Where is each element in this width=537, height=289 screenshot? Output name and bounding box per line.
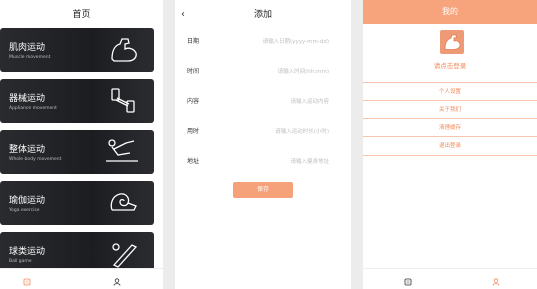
card-whole-body[interactable]: 整体运动 Whole body movement xyxy=(0,130,154,174)
card-title: 球类运动 xyxy=(9,247,46,257)
tab-bar: 首页 我的 xyxy=(363,268,537,289)
field-label: 地址 xyxy=(187,158,200,165)
card-title: 整体运动 xyxy=(9,145,46,155)
content-field[interactable]: 内容 请输入运动内容 xyxy=(175,96,351,108)
page-title: 首页 xyxy=(72,10,91,20)
menu-logout[interactable]: 退出登录 xyxy=(363,136,537,156)
menu-about-us[interactable]: 关于我们 xyxy=(363,100,537,119)
home-screen: 首页 肌肉运动 Muscle movement 器械运动 Appliance m… xyxy=(0,0,163,289)
field-label: 时间 xyxy=(187,68,200,75)
menu-clear-cache[interactable]: 清理缓存 xyxy=(363,118,537,137)
back-icon[interactable]: ‹ xyxy=(181,0,185,30)
menu-personal-settings[interactable]: 个人设置 xyxy=(363,82,537,101)
tab-home[interactable]: 首页 xyxy=(12,271,42,289)
user-icon xyxy=(113,278,121,286)
field-label: 用时 xyxy=(187,128,200,135)
date-field[interactable]: 日期 请输入日期(yyyy-mm-dd) xyxy=(175,36,351,48)
avatar[interactable] xyxy=(440,30,464,54)
content-input[interactable]: 请输入运动内容 xyxy=(290,96,329,108)
flexed-arm-icon xyxy=(444,34,461,50)
card-yoga[interactable]: 瑜伽运动 Yoga exercise xyxy=(0,181,154,225)
card-appliance[interactable]: 器械运动 Appliance movement xyxy=(0,79,154,123)
login-link[interactable]: 请点击登录 xyxy=(363,60,537,70)
card-title: 器械运动 xyxy=(9,94,46,104)
home-icon xyxy=(23,278,31,286)
card-subtitle: Appliance movement xyxy=(9,106,57,111)
field-label: 内容 xyxy=(187,98,200,105)
duration-input[interactable]: 请输入运动时长(小时) xyxy=(275,126,329,138)
address-input[interactable]: 请输入健身地址 xyxy=(290,156,329,168)
page-title: 我的 xyxy=(363,0,537,24)
add-screen: ‹ 添加 日期 请输入日期(yyyy-mm-dd) 时间 请输入时间(hh:mm… xyxy=(175,0,351,289)
time-field[interactable]: 时间 请输入时间(hh:mm) xyxy=(175,66,351,78)
user-icon xyxy=(492,278,500,286)
rowing-icon xyxy=(106,139,138,162)
tab-home[interactable]: 首页 xyxy=(393,271,423,289)
page-title: 添加 xyxy=(253,10,272,20)
date-input[interactable]: 请输入日期(yyyy-mm-dd) xyxy=(263,36,329,48)
tab-bar: 首页 我的 xyxy=(0,268,163,289)
dumbbell-icon xyxy=(111,88,135,113)
field-label: 日期 xyxy=(187,38,200,45)
card-subtitle: Ball game xyxy=(9,259,32,264)
baseball-bat-icon xyxy=(112,243,138,268)
address-field[interactable]: 地址 请输入健身地址 xyxy=(175,156,351,168)
time-input[interactable]: 请输入时间(hh:mm) xyxy=(278,66,329,78)
tab-mine[interactable]: 我的 xyxy=(102,271,132,289)
card-title: 瑜伽运动 xyxy=(9,196,46,206)
save-button[interactable]: 保存 xyxy=(233,182,293,198)
card-subtitle: Muscle movement xyxy=(9,55,51,60)
flexed-arm-icon xyxy=(111,38,137,62)
card-subtitle: Yoga exercise xyxy=(9,208,40,213)
mine-screen: 我的 请点击登录 个人设置 关于我们 清理缓存 退出登录 首页 我的 xyxy=(363,0,537,289)
home-icon xyxy=(404,278,412,286)
card-subtitle: Whole body movement xyxy=(9,157,62,162)
card-muscle[interactable]: 肌肉运动 Muscle movement xyxy=(0,28,154,72)
yoga-mat-icon xyxy=(110,193,137,211)
card-title: 肌肉运动 xyxy=(9,43,46,53)
tab-mine[interactable]: 我的 xyxy=(481,271,511,289)
duration-field[interactable]: 用时 请输入运动时长(小时) xyxy=(175,126,351,138)
